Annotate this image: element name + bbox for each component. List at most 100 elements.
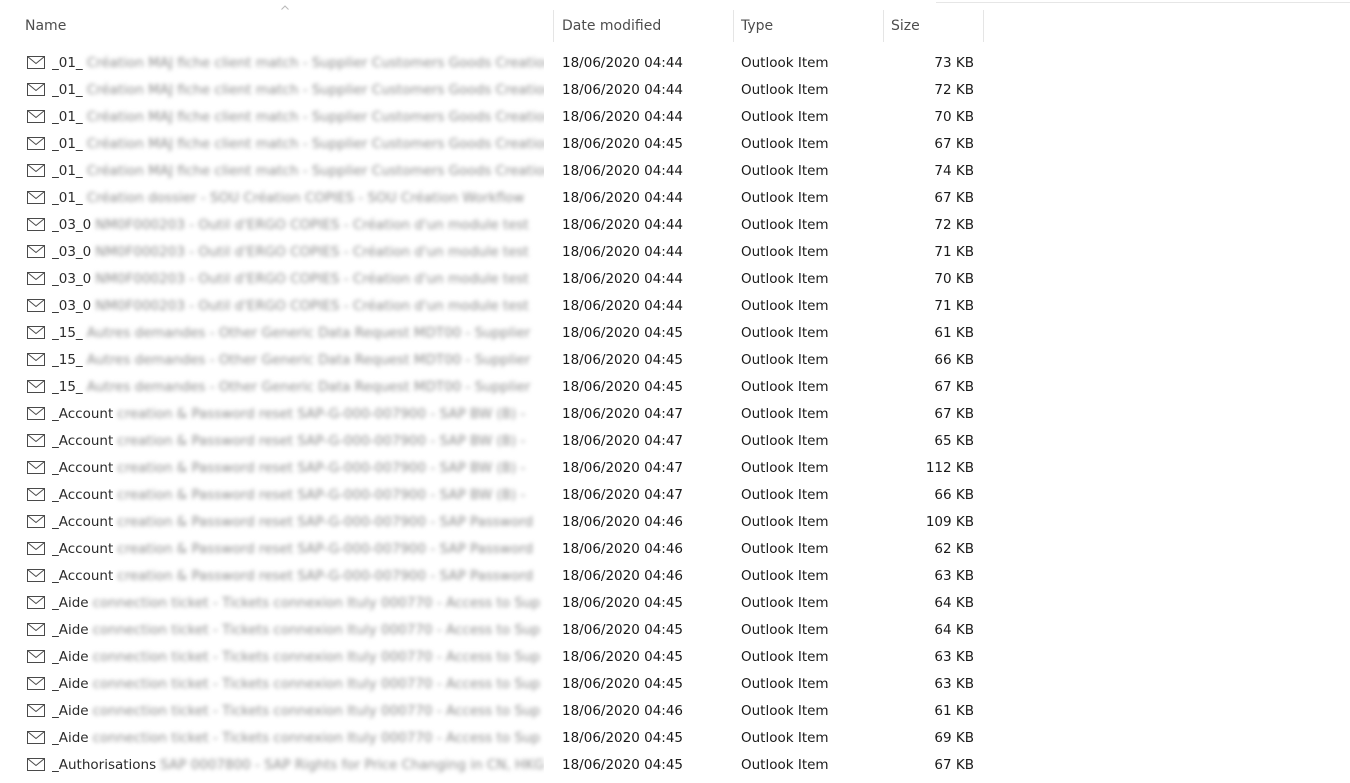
file-name-blurred: NM0F000203 - Outil d'ERGO COPIES - Créat…	[95, 217, 529, 233]
file-type: Outlook Item	[741, 163, 829, 179]
file-row[interactable]: _01_ Création MAJ fiche client match - Su…	[0, 77, 990, 104]
file-name-prefix: _Authorisations	[52, 757, 157, 773]
column-divider[interactable]	[553, 10, 554, 42]
file-row[interactable]: _Account creation & Password reset SAP-G-…	[0, 563, 990, 590]
mail-icon	[27, 563, 47, 590]
file-name: _03_0 NM0F000203 - Outil d'ERGO COPIES - …	[52, 266, 544, 293]
file-type: Outlook Item	[741, 379, 829, 395]
column-header-date-modified[interactable]: Date modified	[562, 10, 661, 42]
mail-icon	[27, 401, 47, 428]
file-name-prefix: _Account	[52, 460, 114, 476]
file-type: Outlook Item	[741, 406, 829, 422]
mail-icon	[27, 50, 47, 77]
file-row[interactable]: _01_ Création MAJ fiche client match - Su…	[0, 50, 990, 77]
file-row[interactable]: _15_ Autres demandes - Other Generic Data…	[0, 320, 990, 347]
file-row[interactable]: _01_ Création MAJ fiche client match - Su…	[0, 158, 990, 185]
file-name-prefix: _03_0	[52, 298, 92, 314]
file-date-modified: 18/06/2020 04:46	[562, 703, 684, 719]
file-name: _Aide connection ticket - Tickets connexi…	[52, 698, 544, 725]
column-header-name[interactable]: Name	[25, 10, 66, 42]
file-list: _01_ Création MAJ fiche client match - Su…	[0, 50, 990, 779]
sort-caret-icon[interactable]	[281, 5, 289, 10]
column-divider[interactable]	[733, 10, 734, 42]
file-row[interactable]: _Aide connection ticket - Tickets connexi…	[0, 617, 990, 644]
file-row[interactable]: _Account creation & Password reset SAP-G-…	[0, 401, 990, 428]
file-size: 74 KB	[934, 163, 974, 179]
file-date-modified: 18/06/2020 04:44	[562, 55, 684, 71]
column-header-type[interactable]: Type	[741, 10, 773, 42]
file-size: 72 KB	[934, 82, 974, 98]
file-type: Outlook Item	[741, 352, 829, 368]
file-name-prefix: _15_	[52, 379, 83, 395]
file-name-blurred: connection ticket - Tickets connexion It…	[92, 730, 541, 746]
file-name-prefix: _01_	[52, 109, 83, 125]
file-type: Outlook Item	[741, 271, 829, 287]
mail-icon	[27, 293, 47, 320]
file-row[interactable]: _Account creation & Password reset SAP-G-…	[0, 482, 990, 509]
file-row[interactable]: _Account creation & Password reset SAP-G-…	[0, 509, 990, 536]
file-name-blurred: connection ticket - Tickets connexion It…	[92, 649, 541, 665]
column-header-size[interactable]: Size	[891, 10, 920, 42]
file-name-blurred: creation & Password reset SAP-G-000-0079…	[117, 406, 526, 422]
file-row[interactable]: _Aide connection ticket - Tickets connexi…	[0, 644, 990, 671]
file-size: 73 KB	[934, 55, 974, 71]
file-size: 66 KB	[934, 352, 974, 368]
file-size: 63 KB	[934, 676, 974, 692]
file-type: Outlook Item	[741, 622, 829, 638]
file-name-blurred: NM0F000203 - Outil d'ERGO COPIES - Créat…	[95, 271, 529, 287]
file-name: _Account creation & Password reset SAP-G-…	[52, 536, 544, 563]
file-row[interactable]: _Account creation & Password reset SAP-G-…	[0, 428, 990, 455]
file-name: _Aide connection ticket - Tickets connexi…	[52, 644, 544, 671]
file-date-modified: 18/06/2020 04:44	[562, 271, 684, 287]
file-date-modified: 18/06/2020 04:46	[562, 568, 684, 584]
file-date-modified: 18/06/2020 04:45	[562, 622, 684, 638]
file-name-blurred: creation & Password reset SAP-G-000-0079…	[117, 514, 534, 530]
file-size: 62 KB	[934, 541, 974, 557]
file-row[interactable]: _01_ Création dossier - SOU Création COPI…	[0, 185, 990, 212]
file-row[interactable]: _03_0 NM0F000203 - Outil d'ERGO COPIES - …	[0, 293, 990, 320]
mail-icon	[27, 509, 47, 536]
file-row[interactable]: _Aide connection ticket - Tickets connexi…	[0, 725, 990, 752]
file-row[interactable]: _15_ Autres demandes - Other Generic Data…	[0, 347, 990, 374]
file-name-prefix: _03_0	[52, 217, 92, 233]
file-row[interactable]: _Account creation & Password reset SAP-G-…	[0, 455, 990, 482]
file-size: 67 KB	[934, 406, 974, 422]
file-row[interactable]: _Account creation & Password reset SAP-G-…	[0, 536, 990, 563]
file-name-blurred: creation & Password reset SAP-G-000-0079…	[117, 433, 526, 449]
mail-icon	[27, 617, 47, 644]
file-name: _01_ Création MAJ fiche client match - Su…	[52, 131, 544, 158]
file-row[interactable]: _Authorisations SAP 0007800 - SAP Rights …	[0, 752, 990, 779]
file-size: 67 KB	[934, 136, 974, 152]
file-name: _15_ Autres demandes - Other Generic Data…	[52, 347, 544, 374]
file-row[interactable]: _Aide connection ticket - Tickets connexi…	[0, 590, 990, 617]
file-type: Outlook Item	[741, 514, 829, 530]
file-row[interactable]: _Aide connection ticket - Tickets connexi…	[0, 698, 990, 725]
file-row[interactable]: _03_0 NM0F000203 - Outil d'ERGO COPIES - …	[0, 266, 990, 293]
file-name: _Account creation & Password reset SAP-G-…	[52, 401, 544, 428]
file-row[interactable]: _Aide connection ticket - Tickets connexi…	[0, 671, 990, 698]
file-name-prefix: _Aide	[52, 703, 89, 719]
file-type: Outlook Item	[741, 190, 829, 206]
file-name: _01_ Création MAJ fiche client match - Su…	[52, 77, 544, 104]
file-date-modified: 18/06/2020 04:45	[562, 649, 684, 665]
file-row[interactable]: _03_0 NM0F000203 - Outil d'ERGO COPIES - …	[0, 239, 990, 266]
file-date-modified: 18/06/2020 04:47	[562, 433, 684, 449]
file-row[interactable]: _03_0 NM0F000203 - Outil d'ERGO COPIES - …	[0, 212, 990, 239]
mail-icon	[27, 455, 47, 482]
file-date-modified: 18/06/2020 04:46	[562, 514, 684, 530]
mail-icon	[27, 185, 47, 212]
file-row[interactable]: _01_ Création MAJ fiche client match - Su…	[0, 131, 990, 158]
column-divider[interactable]	[883, 10, 884, 42]
file-row[interactable]: _01_ Création MAJ fiche client match - Su…	[0, 104, 990, 131]
file-date-modified: 18/06/2020 04:44	[562, 217, 684, 233]
file-row[interactable]: _15_ Autres demandes - Other Generic Data…	[0, 374, 990, 401]
file-name-prefix: _01_	[52, 82, 83, 98]
file-type: Outlook Item	[741, 217, 829, 233]
file-type: Outlook Item	[741, 109, 829, 125]
column-divider[interactable]	[983, 10, 984, 42]
file-name-prefix: _15_	[52, 325, 83, 341]
file-name-blurred: connection ticket - Tickets connexion It…	[92, 703, 541, 719]
file-name: _Aide connection ticket - Tickets connexi…	[52, 671, 544, 698]
file-name-prefix: _Aide	[52, 622, 89, 638]
file-name-blurred: Création MAJ fiche client match - Suppli…	[86, 82, 544, 98]
